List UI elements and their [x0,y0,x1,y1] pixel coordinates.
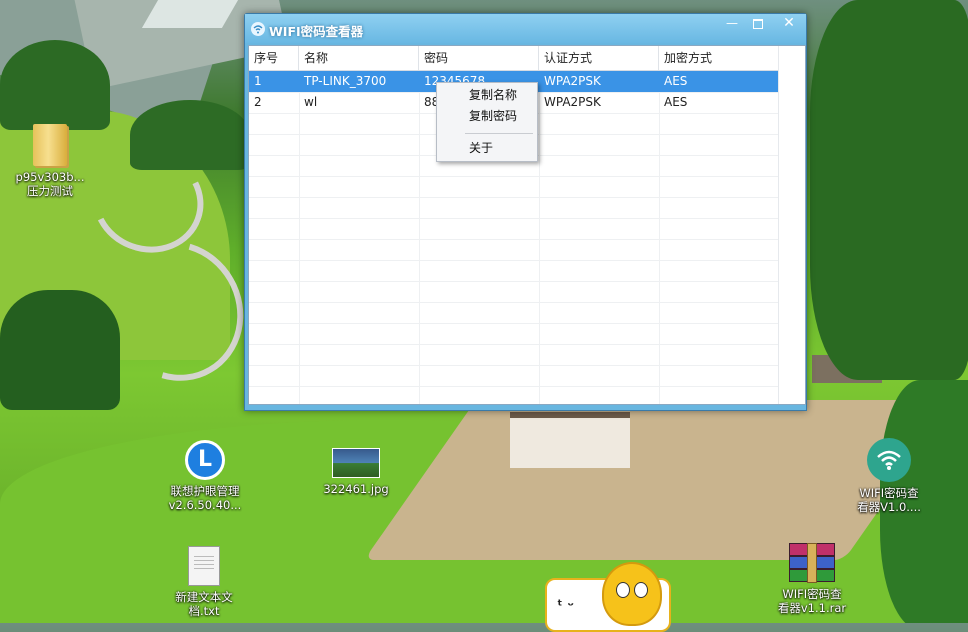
grid-line [249,323,779,324]
grid-line [419,71,420,404]
grid-line [249,344,779,345]
cell-index: 2 [254,95,262,109]
grid-line [249,281,779,282]
close-icon[interactable]: ✕ [773,15,805,33]
desktop-icon-label: 看器v1.1.rar [777,601,847,615]
wifi-icon [251,22,265,36]
desktop-icon-folder[interactable]: p95v303b... 压力测试 [5,124,95,198]
column-header-index[interactable]: 序号 [249,46,299,70]
cell-name: TP-LINK_3700 [304,74,387,88]
wallpaper-forest [0,40,110,130]
wallpaper-house [510,412,630,468]
desktop-icon-label: v2.6.50.40... [168,498,242,512]
grid-line [249,365,779,366]
grid-line [249,386,779,387]
cell-auth: WPA2PSK [544,74,601,88]
desktop-icon-label: p95v303b... 压力测试 [15,170,85,198]
wifi-viewer-window: WIFI密码查看器 — ✕ 序号 名称 密码 认证方式 加密方式 1 TP-LI… [244,13,807,411]
wifi-icon [867,438,911,482]
cell-name: wl [304,95,318,109]
desktop-icon-label: 看器V1.0.... [857,500,921,514]
column-header-password[interactable]: 密码 [419,46,539,70]
desktop-icon-label: 322461.jpg [323,482,389,496]
archive-icon [789,543,835,583]
desktop-icon-rar[interactable]: WIFI密码查 看器v1.1.rar [767,543,857,615]
menu-item-about[interactable]: 关于 [438,138,536,159]
desktop-icon-label: 档.txt [188,604,220,618]
grid-line [299,71,300,404]
mascot-glyph: ᵗ ᵕ [557,598,575,614]
grid-line [659,71,660,404]
column-header-name[interactable]: 名称 [299,46,419,70]
folder-icon [33,124,67,166]
wallpaper-snow [141,0,239,28]
desktop-icon-wifi-app[interactable]: WIFI密码查 看器V1.0.... [844,438,934,514]
list-header: 序号 名称 密码 认证方式 加密方式 [249,46,805,71]
text-file-icon [188,546,220,586]
column-header-encryption[interactable]: 加密方式 [659,46,779,70]
mascot-face-icon [602,562,662,626]
wallpaper-forest [810,0,968,380]
cell-auth: WPA2PSK [544,95,601,109]
cell-encryption: AES [664,74,688,88]
grid-line [249,176,779,177]
lenovo-eye-care-icon: L [185,440,225,480]
desktop-icon-jpg[interactable]: 322461.jpg [311,448,401,496]
menu-item-copy-name[interactable]: 复制名称 [438,85,536,106]
desktop-icon-label: WIFI密码查 [859,486,919,500]
desktop-icon-lenovo[interactable]: L 联想护眼管理 v2.6.50.40... [160,440,250,512]
menu-item-copy-password[interactable]: 复制密码 [438,106,536,127]
cell-index: 1 [254,74,262,88]
maximize-icon[interactable] [745,15,771,33]
grid-line [249,218,779,219]
window-title: WIFI密码查看器 [269,24,364,39]
grid-line [249,260,779,261]
grid-line [249,239,779,240]
desktop-icon-label: 联想护眼管理 [170,484,240,498]
menu-separator [465,133,533,134]
context-menu: 复制名称 复制密码 关于 [436,82,538,162]
desktop-icon-label: 新建文本文 [175,590,233,604]
grid-line [249,302,779,303]
desktop-icon-label: WIFI密码查 [782,587,842,601]
wallpaper-forest [0,290,120,410]
minimize-icon[interactable]: — [719,15,745,33]
image-file-icon [332,448,380,478]
cell-encryption: AES [664,95,688,109]
grid-line [249,197,779,198]
vertical-scrollbar[interactable] [778,46,805,404]
column-header-auth[interactable]: 认证方式 [539,46,659,70]
grid-line [539,71,540,404]
desktop-icon-txt[interactable]: 新建文本文 档.txt [159,546,249,618]
mascot-widget[interactable]: ᵗ ᵕ [545,562,671,632]
title-bar[interactable]: WIFI密码查看器 — ✕ [245,14,806,43]
